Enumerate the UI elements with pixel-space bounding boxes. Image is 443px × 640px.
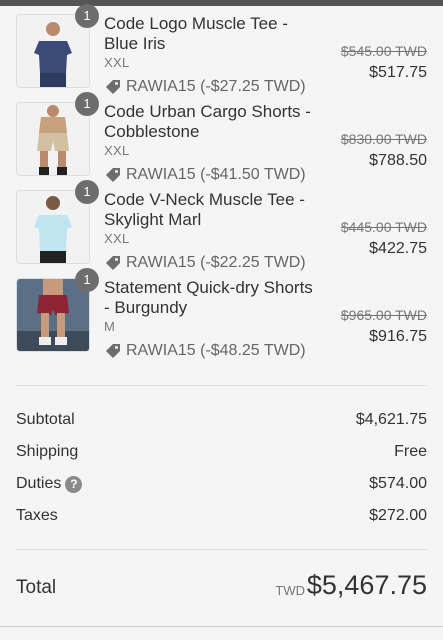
taxes-label: Taxes xyxy=(16,507,58,524)
line-item: 1 Code V-Neck Muscle Tee - Skylight Marl… xyxy=(0,180,443,278)
discounted-price: $422.75 xyxy=(369,240,427,257)
original-price: $445.00 TWD xyxy=(340,219,427,235)
divider xyxy=(16,549,427,550)
help-icon[interactable]: ? xyxy=(65,475,83,493)
duties-label: Duties xyxy=(16,475,62,492)
line-item: 1 Statement Quick-dry Shorts - Burgundy … xyxy=(0,268,443,366)
tag-icon xyxy=(106,80,120,94)
top-bar xyxy=(0,0,443,6)
total-label: Total xyxy=(16,577,57,598)
duties-row: Duties ? $574.00 xyxy=(16,475,427,497)
product-name: Code Urban Cargo Shorts - Cobblestone xyxy=(104,102,311,141)
discounted-price: $916.75 xyxy=(369,328,427,345)
product-name: Code V-Neck Muscle Tee - Skylight Marl xyxy=(104,190,305,229)
discount-code: RAWIA15 (-$27.25 TWD) xyxy=(104,78,306,96)
taxes-row: Taxes $272.00 xyxy=(16,507,427,529)
quantity-badge: 1 xyxy=(75,4,99,28)
product-variant: XXL xyxy=(104,231,130,246)
original-price: $830.00 TWD xyxy=(340,131,427,147)
line-item: 1 Code Logo Muscle Tee - Blue Iris XXL R… xyxy=(0,4,443,102)
discount-text: RAWIA15 (-$27.25 TWD) xyxy=(126,78,306,95)
discounted-price: $517.75 xyxy=(369,64,427,81)
taxes-value: $272.00 xyxy=(369,507,427,524)
shipping-label: Shipping xyxy=(16,443,79,460)
discounted-price: $788.50 xyxy=(369,152,427,169)
bottom-border xyxy=(0,626,443,627)
duties-label-group: Duties ? xyxy=(16,475,83,493)
quantity-badge: 1 xyxy=(75,180,99,204)
product-name: Code Logo Muscle Tee - Blue Iris xyxy=(104,14,288,53)
product-variant: XXL xyxy=(104,143,130,158)
quantity-badge: 1 xyxy=(75,92,99,116)
discount-text: RAWIA15 (-$48.25 TWD) xyxy=(126,342,306,359)
total-value: $5,467.75 xyxy=(306,570,427,600)
discount-code: RAWIA15 (-$41.50 TWD) xyxy=(104,166,306,184)
subtotal-value: $4,621.75 xyxy=(355,411,427,428)
discount-code: RAWIA15 (-$22.25 TWD) xyxy=(104,254,306,272)
shipping-value: Free xyxy=(394,443,427,460)
total-row: Total TWD $5,467.75 xyxy=(16,570,427,604)
product-variant: XXL xyxy=(104,55,130,70)
total-currency: TWD xyxy=(275,583,305,598)
tag-icon xyxy=(106,344,120,358)
tag-icon xyxy=(106,256,120,270)
discount-text: RAWIA15 (-$22.25 TWD) xyxy=(126,254,306,271)
discount-text: RAWIA15 (-$41.50 TWD) xyxy=(126,166,306,183)
shipping-row: Shipping Free xyxy=(16,443,427,465)
discount-code: RAWIA15 (-$48.25 TWD) xyxy=(104,342,306,360)
line-item: 1 Code Urban Cargo Shorts - Cobblestone … xyxy=(0,92,443,190)
product-variant: M xyxy=(104,319,116,334)
divider xyxy=(16,385,427,386)
duties-value: $574.00 xyxy=(369,475,427,492)
original-price: $965.00 TWD xyxy=(340,307,427,323)
tag-icon xyxy=(106,168,120,182)
original-price: $545.00 TWD xyxy=(340,43,427,59)
subtotal-row: Subtotal $4,621.75 xyxy=(16,411,427,433)
quantity-badge: 1 xyxy=(75,268,99,292)
subtotal-label: Subtotal xyxy=(16,411,75,428)
product-name: Statement Quick-dry Shorts - Burgundy xyxy=(104,278,313,317)
